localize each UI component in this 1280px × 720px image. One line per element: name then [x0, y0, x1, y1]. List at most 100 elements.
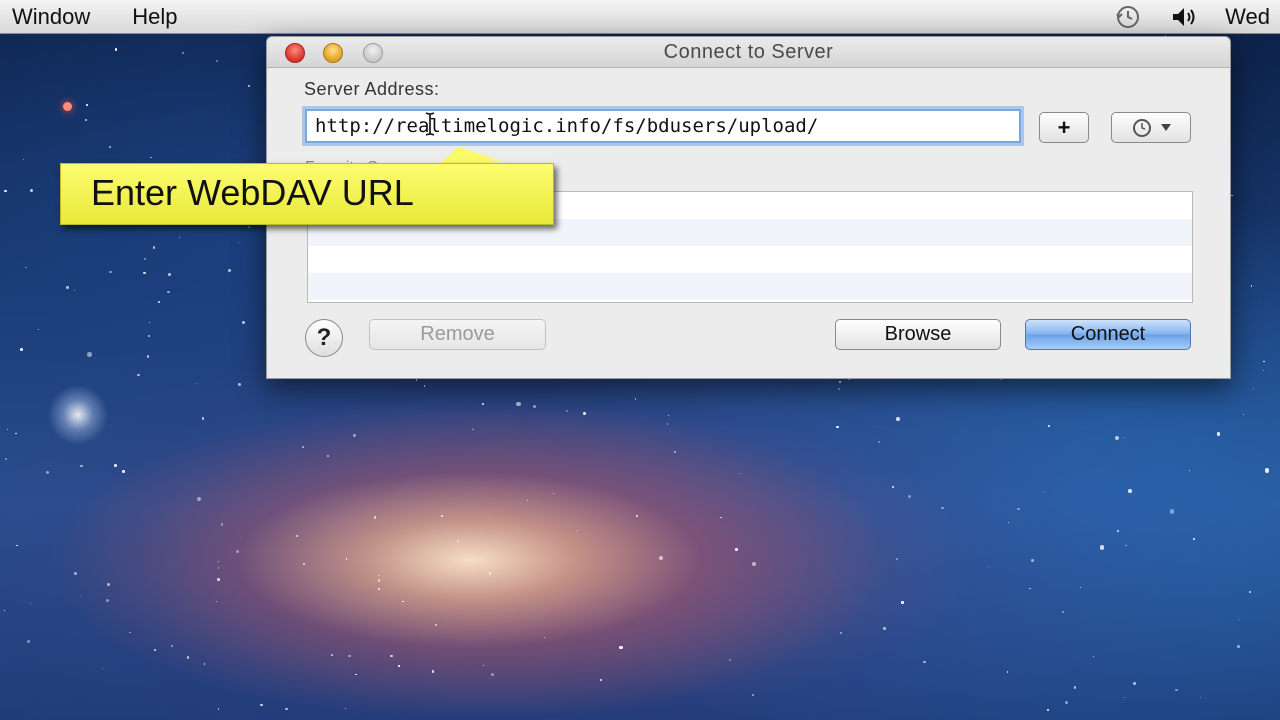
star: [1047, 709, 1049, 711]
star: [895, 417, 900, 421]
star: [1064, 700, 1068, 704]
star: [434, 623, 437, 626]
server-address-input[interactable]: [305, 109, 1021, 143]
star: [27, 640, 30, 643]
star: [285, 707, 288, 710]
star: [923, 660, 926, 663]
star: [19, 348, 23, 352]
server-address-label: Server Address:: [304, 79, 440, 99]
star: [241, 320, 245, 324]
list-row: [308, 273, 1192, 300]
instruction-callout: Enter WebDAV URL: [60, 163, 554, 225]
star: [490, 672, 494, 676]
star: [552, 492, 555, 495]
star: [1238, 618, 1241, 620]
star: [600, 678, 603, 681]
star: [143, 271, 146, 275]
remove-button[interactable]: Remove: [369, 319, 546, 350]
star: [583, 412, 586, 415]
star: [129, 631, 131, 634]
add-favorite-button[interactable]: +: [1039, 112, 1089, 143]
menubar-clock[interactable]: Wed: [1225, 4, 1270, 30]
star: [247, 225, 251, 229]
star: [153, 648, 156, 651]
connect-button[interactable]: Connect: [1025, 319, 1191, 350]
star: [348, 654, 351, 658]
star: [1125, 544, 1127, 547]
menu-help[interactable]: Help: [120, 4, 177, 30]
text-cursor-icon: [425, 112, 435, 136]
star: [1175, 689, 1178, 692]
menu-window[interactable]: Window: [0, 4, 90, 30]
volume-icon[interactable]: [1169, 2, 1199, 32]
star: [543, 636, 546, 638]
star: [901, 601, 904, 604]
star: [667, 423, 669, 425]
star: [73, 571, 78, 576]
star: [526, 499, 528, 501]
star: [431, 670, 435, 673]
window-title: Connect to Server: [663, 41, 834, 63]
star: [1124, 696, 1126, 698]
star: [838, 387, 841, 390]
star: [373, 515, 377, 519]
star: [532, 404, 536, 408]
star: [114, 48, 118, 51]
star: [80, 594, 83, 597]
star: [187, 656, 190, 659]
list-row: [308, 246, 1192, 273]
star: [29, 602, 32, 605]
help-button[interactable]: ?: [305, 319, 343, 357]
star: [182, 52, 185, 55]
star: [235, 550, 239, 553]
star: [150, 156, 152, 158]
browse-button[interactable]: Browse: [835, 319, 1001, 350]
red-star: [63, 102, 72, 111]
star: [25, 266, 27, 269]
star: [751, 561, 756, 566]
menu-bar: Window Help Wed: [0, 0, 1280, 34]
star: [1251, 285, 1253, 287]
star: [1123, 437, 1125, 439]
star: [1031, 559, 1034, 562]
star: [619, 646, 623, 650]
star: [1092, 655, 1094, 657]
star: [423, 385, 426, 387]
star: [136, 373, 140, 377]
star: [146, 354, 150, 358]
star: [728, 658, 732, 662]
star: [456, 540, 459, 543]
star: [215, 59, 219, 63]
star: [1117, 530, 1120, 532]
star: [575, 529, 577, 531]
star: [1017, 507, 1020, 511]
star: [415, 379, 418, 381]
star: [1200, 697, 1202, 699]
star: [122, 469, 126, 473]
star: [153, 246, 156, 249]
star: [345, 558, 347, 560]
star: [218, 567, 220, 569]
star: [1243, 413, 1245, 415]
star: [735, 548, 738, 551]
star: [877, 440, 880, 444]
star: [168, 273, 172, 277]
star: [398, 665, 400, 667]
star: [378, 574, 380, 577]
star: [218, 560, 220, 562]
time-machine-icon[interactable]: [1113, 2, 1143, 32]
star: [158, 300, 161, 304]
star: [4, 457, 7, 460]
star: [46, 471, 49, 474]
star: [941, 506, 944, 510]
recent-servers-button[interactable]: [1111, 112, 1191, 143]
star: [220, 523, 224, 526]
star: [1188, 469, 1191, 472]
star: [344, 708, 346, 710]
star: [80, 465, 83, 468]
star: [378, 579, 381, 582]
star: [85, 103, 88, 106]
star: [215, 600, 217, 602]
star: [326, 454, 330, 458]
star: [1047, 425, 1050, 428]
